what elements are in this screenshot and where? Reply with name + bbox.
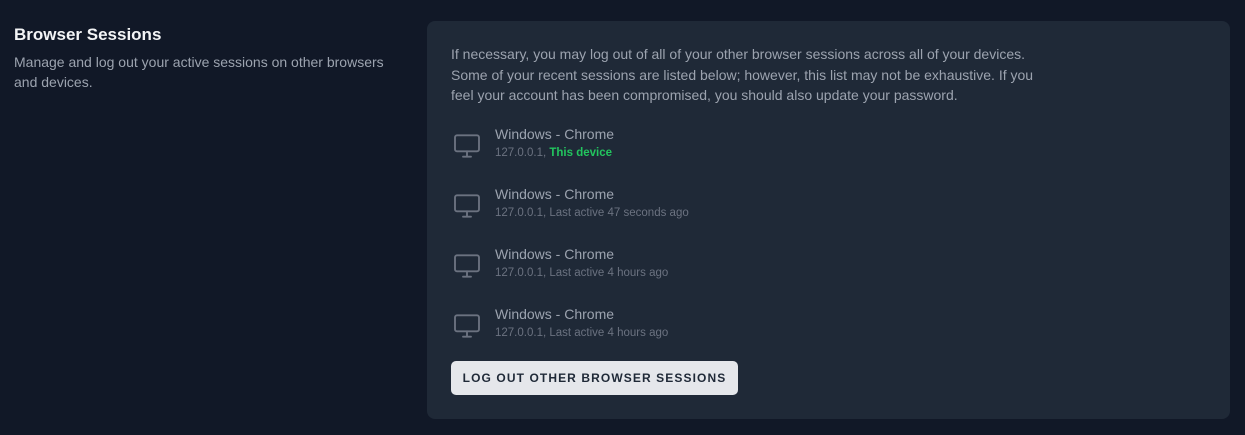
session-meta: 127.0.0.1, Last active 4 hours ago	[495, 325, 668, 341]
desktop-icon	[451, 130, 483, 162]
section-header: Browser Sessions Manage and log out your…	[14, 24, 404, 92]
session-name: Windows - Chrome	[495, 186, 615, 202]
session-item: Windows - Chrome 127.0.0.1, Last active …	[451, 305, 951, 345]
session-meta: 127.0.0.1, This device	[495, 145, 612, 161]
session-last-active: Last active 47 seconds ago	[549, 207, 689, 219]
desktop-icon	[451, 190, 483, 222]
session-ip: 127.0.0.1,	[495, 327, 547, 339]
session-last-active: Last active 4 hours ago	[549, 267, 669, 279]
session-ip: 127.0.0.1,	[495, 147, 547, 159]
session-last-active: Last active 4 hours ago	[549, 327, 669, 339]
section-description: Manage and log out your active sessions …	[14, 54, 384, 90]
session-name: Windows - Chrome	[495, 306, 615, 322]
session-meta: 127.0.0.1, Last active 4 hours ago	[495, 265, 668, 281]
this-device-label: This device	[549, 147, 612, 159]
session-name: Windows - Chrome	[495, 126, 615, 142]
session-ip: 127.0.0.1,	[495, 207, 547, 219]
session-name: Windows - Chrome	[495, 246, 615, 262]
browser-sessions-card: If necessary, you may log out of all of …	[427, 21, 1230, 419]
desktop-icon	[451, 310, 483, 342]
session-item: Windows - Chrome 127.0.0.1, Last active …	[451, 185, 951, 225]
section-title: Browser Sessions	[14, 25, 162, 44]
session-meta: 127.0.0.1, Last active 47 seconds ago	[495, 205, 689, 221]
logout-other-sessions-button[interactable]: Log Out Other Browser Sessions	[451, 361, 738, 395]
session-item: Windows - Chrome 127.0.0.1, This device	[451, 125, 951, 165]
session-ip: 127.0.0.1,	[495, 267, 547, 279]
session-item: Windows - Chrome 127.0.0.1, Last active …	[451, 245, 951, 285]
desktop-icon	[451, 250, 483, 282]
sessions-intro-text: If necessary, you may log out of all of …	[451, 46, 1034, 103]
